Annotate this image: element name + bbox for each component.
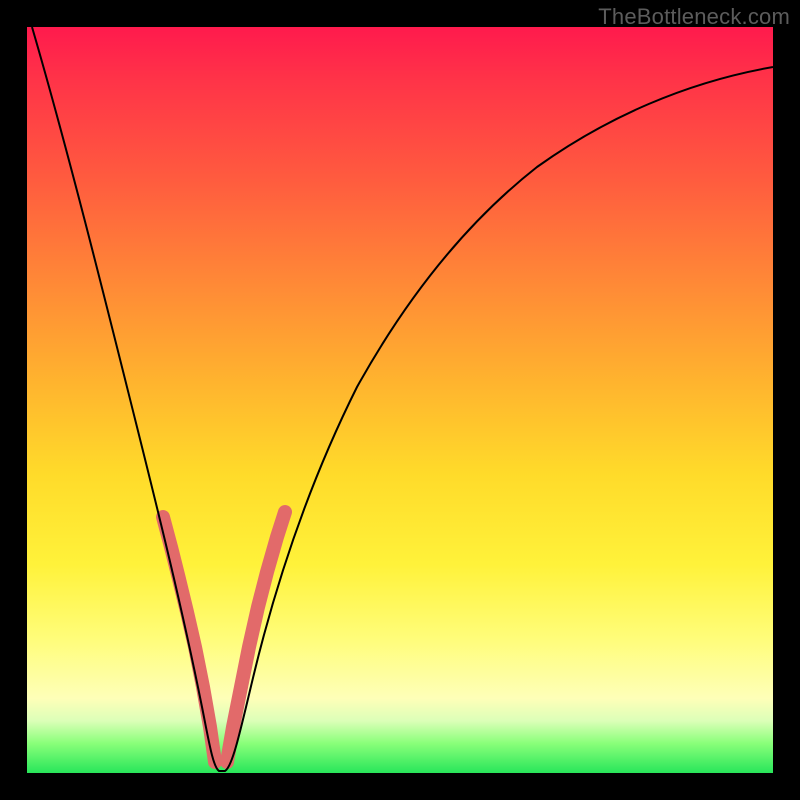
bottleneck-curve-svg (27, 27, 773, 773)
highlight-right-arm (227, 512, 285, 762)
bottleneck-curve-path (32, 27, 773, 771)
chart-frame: TheBottleneck.com (0, 0, 800, 800)
watermark-text: TheBottleneck.com (598, 4, 790, 30)
chart-plot-area (27, 27, 773, 773)
highlight-left-arm (163, 517, 215, 762)
